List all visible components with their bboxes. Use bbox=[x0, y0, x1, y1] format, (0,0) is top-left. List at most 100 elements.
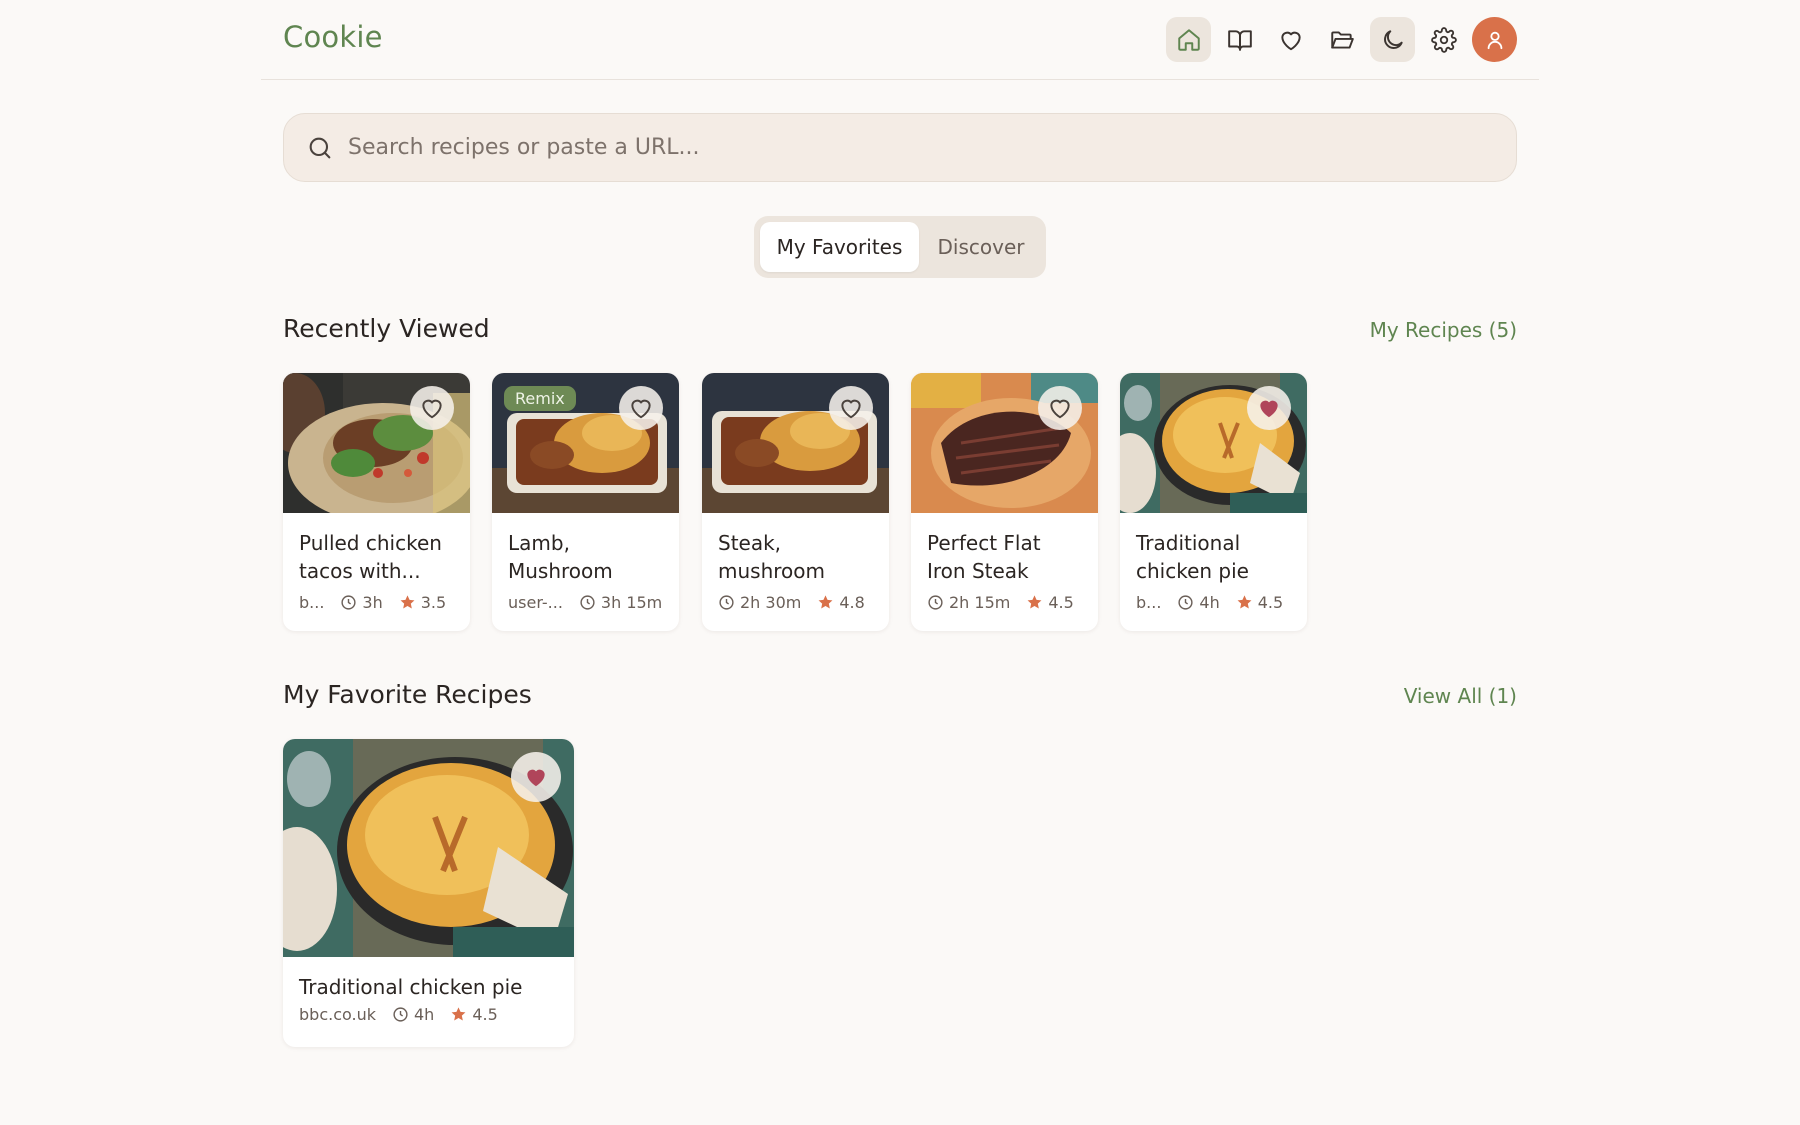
tab-my-favorites[interactable]: My Favorites bbox=[760, 222, 919, 272]
remix-badge: Remix bbox=[504, 386, 576, 411]
time-value: 4h bbox=[414, 1005, 435, 1024]
star-icon bbox=[1027, 595, 1042, 609]
folder-icon bbox=[1330, 30, 1354, 49]
favorite-button[interactable] bbox=[619, 386, 663, 430]
moon-icon bbox=[1383, 29, 1403, 49]
settings-button[interactable] bbox=[1421, 17, 1466, 62]
star-icon bbox=[818, 595, 833, 609]
recipe-time: 4h bbox=[392, 1005, 434, 1024]
clock-icon bbox=[580, 595, 595, 610]
recipe-title: Lamb, Mushroom an... bbox=[508, 531, 613, 583]
top-nav bbox=[1166, 17, 1517, 62]
user-icon bbox=[1487, 31, 1502, 49]
recipe-meta: user-... 3h 15m bbox=[492, 587, 679, 612]
rating-value: 4.5 bbox=[1048, 593, 1074, 612]
recipe-rating: 4.5 bbox=[450, 1005, 498, 1024]
tab-discover[interactable]: Discover bbox=[923, 222, 1039, 272]
recipe-image: Remix bbox=[492, 373, 679, 513]
recipe-card[interactable]: Traditional chicken pie b... 4h 4.5 bbox=[1120, 373, 1307, 631]
clock-icon bbox=[719, 595, 734, 610]
rating-value: 4.5 bbox=[1257, 593, 1284, 612]
recipe-image bbox=[283, 373, 470, 513]
recipe-source: b... bbox=[1136, 593, 1162, 612]
recipe-title: Traditional chicken pie bbox=[299, 975, 523, 999]
recipe-meta: 2h 15m 4.5 bbox=[911, 587, 1098, 612]
nav-favorites-button[interactable] bbox=[1268, 17, 1313, 62]
clock-icon bbox=[928, 595, 943, 610]
recipe-time: 3h 15m bbox=[579, 593, 662, 612]
recipe-card[interactable]: Pulled chicken tacos with... b... 3h 3.5 bbox=[283, 373, 470, 631]
recipe-source: bbc.co.uk bbox=[299, 1005, 376, 1024]
recipe-card[interactable]: Remix Lamb, Mushroom an... user-... 3h 1… bbox=[492, 373, 679, 631]
dark-mode-toggle[interactable] bbox=[1370, 17, 1415, 62]
gear-icon bbox=[1430, 26, 1457, 53]
favorite-button[interactable] bbox=[410, 386, 454, 430]
search-icon bbox=[309, 137, 331, 158]
favorite-button[interactable] bbox=[1247, 386, 1291, 430]
search-input[interactable] bbox=[348, 135, 1448, 160]
star-icon bbox=[400, 595, 415, 609]
time-value: 3h bbox=[362, 593, 383, 612]
heart-icon bbox=[1050, 399, 1070, 419]
recipe-meta: bbc.co.uk 4h 4.5 bbox=[283, 1001, 574, 1024]
recipe-image bbox=[702, 373, 889, 513]
recipe-source: user-... bbox=[508, 593, 563, 612]
view-all-link[interactable]: View All (1) bbox=[1404, 684, 1517, 708]
favorite-button[interactable] bbox=[1038, 386, 1082, 430]
clock-icon bbox=[1178, 595, 1194, 610]
favorite-button[interactable] bbox=[511, 752, 561, 802]
rating-value: 4.5 bbox=[472, 1005, 498, 1024]
recipe-meta: b... 3h 3.5 bbox=[283, 587, 470, 612]
nav-collections-button[interactable] bbox=[1319, 17, 1364, 62]
time-value: 2h 15m bbox=[949, 593, 1011, 612]
app-root: Cookie Search recipes or paste a URL... … bbox=[0, 0, 1800, 1125]
recently-viewed-heading: Recently Viewed bbox=[283, 314, 490, 343]
recipe-title: Steak, mushroom an... bbox=[718, 531, 825, 583]
heart-filled-icon bbox=[527, 769, 545, 787]
clock-icon bbox=[393, 1007, 408, 1022]
nav-home-button[interactable] bbox=[1166, 17, 1211, 62]
recipe-card[interactable]: Perfect Flat Iron Steak 2h 15m 4.5 bbox=[911, 373, 1098, 631]
recipe-time: 2h 15m bbox=[927, 593, 1010, 612]
my-recipes-link[interactable]: My Recipes (5) bbox=[1370, 318, 1517, 342]
home-icon bbox=[1177, 28, 1200, 51]
recipe-time: 3h bbox=[340, 593, 383, 612]
recipe-rating: 4.5 bbox=[1026, 593, 1074, 612]
time-value: 3h 15m bbox=[600, 593, 663, 612]
recipe-meta: 2h 30m 4.8 bbox=[702, 587, 889, 612]
recipe-rating: 4.8 bbox=[817, 593, 865, 612]
recipe-time: 4h bbox=[1177, 593, 1220, 612]
rating-value: 4.8 bbox=[839, 593, 865, 612]
star-icon bbox=[1237, 595, 1252, 609]
heart-icon bbox=[841, 399, 861, 419]
recipe-rating: 3.5 bbox=[399, 593, 446, 612]
view-tabs: My Favorites Discover bbox=[754, 216, 1046, 278]
time-value: 2h 30m bbox=[740, 593, 802, 612]
time-value: 4h bbox=[1199, 593, 1220, 612]
heart-icon bbox=[1280, 31, 1301, 50]
app-logo[interactable]: Cookie bbox=[283, 20, 383, 54]
recipe-image bbox=[911, 373, 1098, 513]
recipe-image bbox=[283, 739, 574, 957]
user-avatar-button[interactable] bbox=[1472, 17, 1517, 62]
recipe-title: Pulled chicken tacos with... bbox=[299, 531, 442, 583]
recipe-title: Perfect Flat Iron Steak bbox=[927, 531, 1041, 583]
search-bar bbox=[283, 113, 1517, 182]
favorite-recipes-heading: My Favorite Recipes bbox=[283, 680, 532, 709]
recipe-image bbox=[1120, 373, 1307, 513]
star-icon bbox=[451, 1007, 466, 1021]
heart-filled-icon bbox=[1260, 400, 1278, 418]
recipe-title: Traditional chicken pie bbox=[1136, 531, 1249, 583]
nav-recipes-button[interactable] bbox=[1217, 17, 1262, 62]
recipe-source: b... bbox=[299, 593, 325, 612]
heart-icon bbox=[422, 399, 442, 419]
heart-icon bbox=[631, 399, 651, 419]
recipe-card[interactable]: Traditional chicken pie bbc.co.uk 4h 4.5 bbox=[283, 739, 574, 1047]
recipe-time: 2h 30m bbox=[718, 593, 801, 612]
recipe-meta: b... 4h 4.5 bbox=[1120, 587, 1307, 612]
rating-value: 3.5 bbox=[420, 593, 447, 612]
recipe-card[interactable]: Steak, mushroom an... 2h 30m 4.8 bbox=[702, 373, 889, 631]
favorite-button[interactable] bbox=[829, 386, 873, 430]
top-header: Cookie bbox=[261, 0, 1539, 80]
clock-icon bbox=[341, 595, 357, 610]
